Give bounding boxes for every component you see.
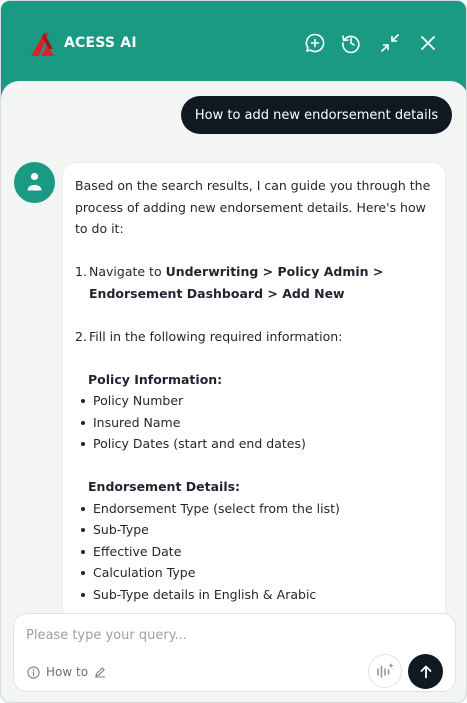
section-title-endorsement-details: Endorsement Details: (88, 479, 241, 494)
section-title-policy-information: Policy Information: (88, 371, 223, 387)
list-item: Policy Number (81, 390, 431, 412)
list-item: Sub-Type (81, 519, 431, 541)
arrow-up-icon (420, 665, 431, 678)
minimize-icon[interactable] (378, 31, 402, 55)
close-icon[interactable] (416, 31, 440, 55)
voice-input-button[interactable] (368, 654, 402, 688)
history-icon[interactable] (339, 31, 363, 55)
send-button[interactable] (408, 654, 443, 689)
endorsement-details-list: Endorsement Type (select from the list) … (75, 498, 431, 606)
list-item: Sub-Type details in English & Arabic (81, 584, 431, 606)
how-to-label: How to (46, 665, 89, 679)
step-2: 2. Fill in the following required inform… (75, 326, 431, 348)
step-1-prefix: Navigate to (89, 264, 166, 279)
new-chat-icon[interactable] (303, 31, 327, 55)
chat-header: ACESS AI (1, 1, 466, 91)
list-item: Effective Date (81, 541, 431, 563)
bot-avatar (14, 162, 55, 203)
bot-message: Based on the search results, I can guide… (62, 162, 446, 622)
policy-information-list: Policy Number Insured Name Policy Dates … (75, 390, 431, 455)
info-icon (27, 665, 40, 679)
voice-wave-icon (377, 663, 394, 678)
brand-name: ACESS AI (64, 35, 137, 51)
step-1-number: 1. (75, 264, 87, 279)
message-composer: How to (13, 613, 456, 692)
query-input[interactable] (26, 624, 356, 646)
list-item: Policy Dates (start and end dates) (81, 433, 431, 455)
step-2-text: Fill in the following required informati… (89, 328, 343, 344)
acess-logo-icon (31, 33, 54, 56)
list-item: Insured Name (81, 412, 431, 434)
user-message: How to add new endorsement details (181, 96, 452, 134)
step-2-number: 2. (75, 328, 87, 344)
chat-window: ACESS AI How to add new endorsement deta… (0, 0, 467, 703)
bot-intro-text: Based on the search results, I can guide… (75, 178, 431, 236)
bot-avatar-icon (27, 172, 42, 191)
step-1: 1. Navigate to Underwriting > Policy Adm… (75, 261, 431, 304)
list-item: Calculation Type (81, 562, 431, 584)
list-item: Endorsement Type (select from the list) (81, 498, 431, 520)
edit-icon (95, 667, 106, 678)
how-to-button[interactable]: How to (27, 664, 106, 680)
